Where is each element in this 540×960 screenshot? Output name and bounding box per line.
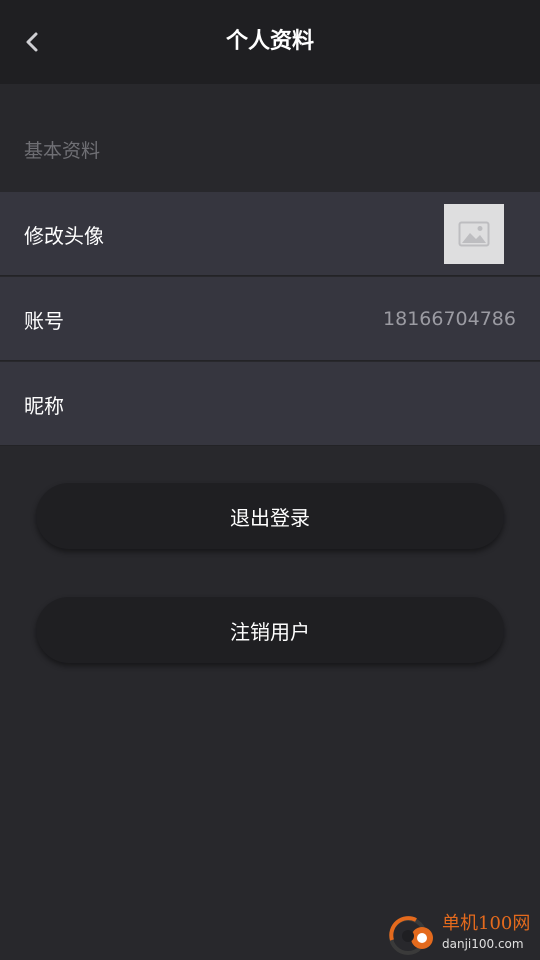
image-placeholder-icon	[458, 221, 490, 247]
top-bar: 个人资料	[0, 0, 540, 84]
logout-button[interactable]: 退出登录	[36, 483, 504, 549]
watermark-logo-icon	[389, 916, 433, 955]
page-title: 个人资料	[225, 29, 314, 54]
row-account[interactable]: 账号 18166704786	[0, 277, 540, 361]
deactivate-account-button[interactable]: 注销用户	[36, 597, 504, 663]
row-label: 账号	[24, 308, 64, 333]
watermark-url: danji100.com	[442, 937, 524, 951]
avatar[interactable]	[444, 204, 504, 264]
section-title: 基本资料	[24, 140, 101, 162]
watermark-title: 单机100网	[442, 913, 531, 934]
row-label: 修改头像	[24, 223, 104, 248]
watermark: 单机100网 danji100.com	[386, 912, 536, 956]
row-nickname[interactable]: 昵称	[0, 362, 540, 446]
row-label: 昵称	[24, 393, 64, 418]
row-change-avatar[interactable]: 修改头像	[0, 192, 540, 276]
account-number: 18166704786	[383, 308, 516, 330]
